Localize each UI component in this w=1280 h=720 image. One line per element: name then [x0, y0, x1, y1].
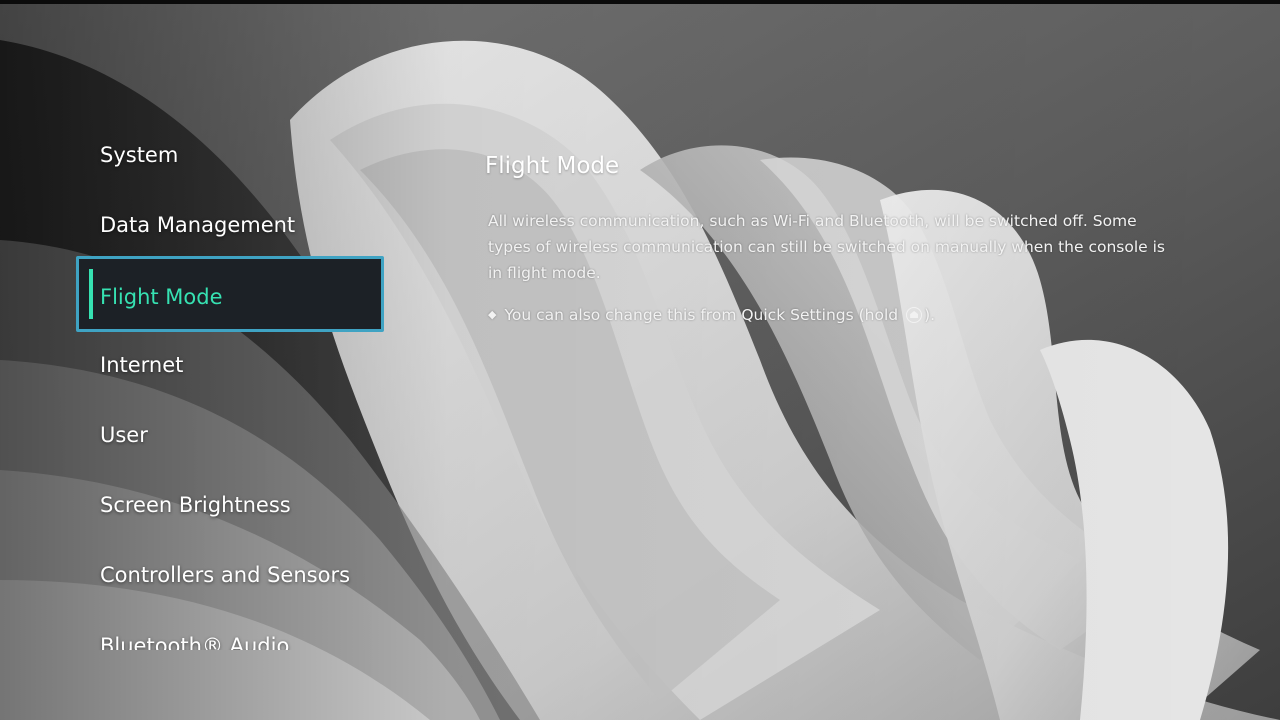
- diamond-bullet-icon: ◆: [488, 308, 497, 321]
- detail-panel: Flight Mode All wireless communication, …: [485, 146, 1185, 328]
- menu-item-internet[interactable]: Internet: [100, 345, 183, 385]
- menu-scroll-clip: Bluetooth® Audio: [0, 628, 420, 650]
- home-button-icon: [906, 307, 923, 323]
- menu-item-flight-mode-label: Flight Mode: [100, 285, 223, 309]
- note-text-suffix: ).: [924, 306, 936, 324]
- menu-item-screen-brightness[interactable]: Screen Brightness: [100, 485, 291, 525]
- menu-item-data-management[interactable]: Data Management: [100, 205, 295, 245]
- detail-title: Flight Mode: [485, 153, 620, 179]
- note-text-prefix: You can also change this from Quick Sett…: [504, 306, 899, 324]
- menu-item-bluetooth-audio[interactable]: Bluetooth® Audio: [100, 628, 289, 650]
- settings-menu: System Data Management Flight Mode Inter…: [0, 0, 420, 720]
- menu-item-system[interactable]: System: [100, 135, 178, 175]
- menu-item-flight-mode[interactable]: Flight Mode: [76, 256, 384, 332]
- detail-description: All wireless communication, such as Wi-F…: [488, 212, 1165, 282]
- menu-item-controllers-and-sensors[interactable]: Controllers and Sensors: [100, 555, 350, 595]
- menu-item-user[interactable]: User: [100, 415, 148, 455]
- detail-note: ◆ You can also change this from Quick Se…: [488, 302, 1185, 328]
- selection-indicator: [89, 269, 93, 319]
